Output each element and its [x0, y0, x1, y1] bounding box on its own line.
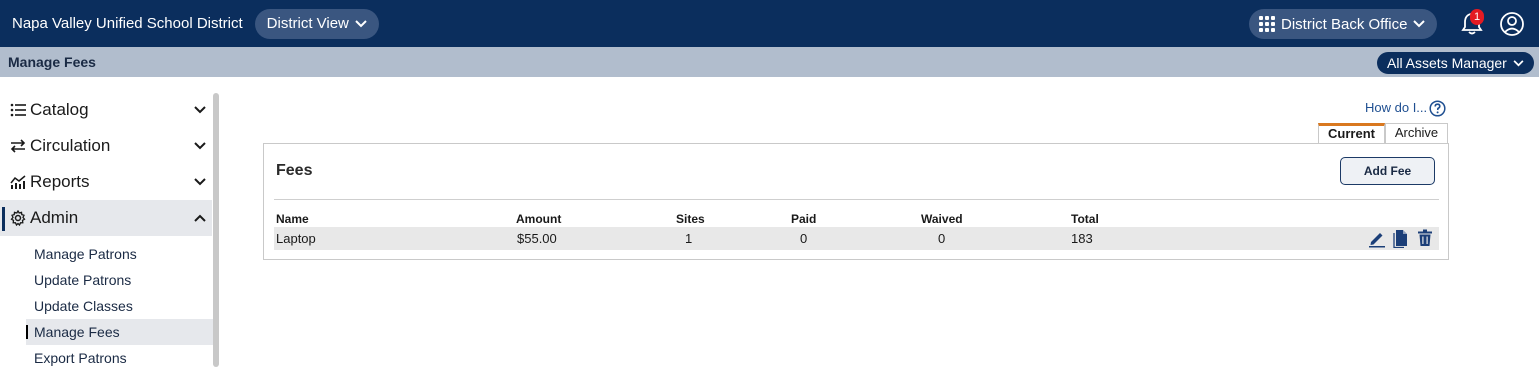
- role-dropdown[interactable]: All Assets Manager: [1377, 52, 1534, 74]
- sidebar-item-reports[interactable]: Reports: [0, 164, 212, 200]
- sidebar-item-catalog[interactable]: Catalog: [0, 92, 212, 128]
- tab-archive[interactable]: Archive: [1385, 123, 1448, 143]
- sidebar-subitem-label: Update Classes: [34, 298, 133, 314]
- cell-total: 183: [1071, 231, 1093, 246]
- sidebar-subitem-export-patrons[interactable]: Export Patrons: [26, 345, 213, 371]
- trash-icon[interactable]: [1415, 228, 1435, 248]
- table-row[interactable]: Laptop $55.00 1 0 0 183: [274, 227, 1439, 250]
- chevron-down-icon: [355, 19, 367, 27]
- district-name: Napa Valley Unified School District: [12, 15, 243, 32]
- list-icon: [9, 101, 27, 119]
- tab-current[interactable]: Current: [1318, 123, 1385, 143]
- sidebar-item-label: Reports: [30, 172, 90, 191]
- help-icon[interactable]: [1429, 100, 1446, 117]
- sidebar-item-label: Circulation: [30, 136, 111, 155]
- sidebar-subitem-label: Manage Fees: [34, 324, 120, 340]
- active-subitem-indicator: [26, 325, 28, 339]
- district-view-label: District View: [266, 15, 349, 32]
- app-switcher-button[interactable]: District Back Office: [1249, 9, 1438, 39]
- notification-badge: 1: [1470, 9, 1484, 25]
- column-header-sites: Sites: [676, 212, 705, 226]
- tab-label: Current: [1328, 126, 1375, 141]
- chevron-down-icon: [194, 142, 206, 150]
- copy-icon[interactable]: [1391, 228, 1411, 248]
- sidebar-item-admin[interactable]: Admin: [0, 200, 212, 236]
- chevron-down-icon: [1413, 20, 1426, 28]
- chevron-up-icon: [194, 214, 206, 222]
- column-header-waived: Waived: [921, 212, 963, 226]
- sidebar-subitem-manage-fees[interactable]: Manage Fees: [26, 319, 213, 345]
- cell-amount: $55.00: [517, 231, 557, 246]
- column-header-name: Name: [276, 212, 309, 226]
- add-fee-label: Add Fee: [1363, 164, 1412, 178]
- cell-waived: 0: [938, 231, 946, 246]
- chevron-down-icon: [1513, 59, 1524, 66]
- help-link[interactable]: How do I...: [1365, 100, 1427, 115]
- fees-panel: Fees Add Fee Name Amount Sites Paid Waiv…: [263, 143, 1449, 260]
- sidebar-subitem-label: Export Patrons: [34, 350, 127, 366]
- edit-icon[interactable]: [1367, 228, 1387, 248]
- chevron-down-icon: [194, 106, 206, 114]
- active-section-indicator: [2, 207, 5, 231]
- chevron-down-icon: [194, 178, 206, 186]
- swap-arrows-icon: [9, 137, 27, 155]
- app-grid-icon: [1259, 16, 1275, 32]
- sidebar-item-label: Admin: [30, 208, 79, 227]
- sidebar-subitem-label: Manage Patrons: [34, 246, 137, 262]
- cell-paid: 0: [800, 231, 808, 246]
- add-fee-button[interactable]: Add Fee: [1340, 157, 1435, 185]
- column-header-paid: Paid: [791, 212, 817, 226]
- app-switcher-label: District Back Office: [1281, 15, 1408, 33]
- sidebar-item-label: Catalog: [30, 100, 89, 119]
- divider: [274, 199, 1439, 200]
- district-view-dropdown[interactable]: District View: [254, 8, 379, 39]
- gear-icon: [9, 209, 27, 227]
- sidebar-item-circulation[interactable]: Circulation: [0, 128, 212, 164]
- sidebar-subitem-manage-patrons[interactable]: Manage Patrons: [26, 241, 213, 267]
- page-title: Manage Fees: [8, 54, 96, 70]
- sidebar-scrollbar[interactable]: [213, 93, 219, 367]
- tab-label: Archive: [1394, 125, 1439, 140]
- column-header-total: Total: [1071, 212, 1099, 226]
- column-header-amount: Amount: [516, 212, 562, 226]
- role-label: All Assets Manager: [1387, 55, 1507, 71]
- sidebar-subitem-label: Update Patrons: [34, 272, 132, 288]
- chart-icon: [9, 173, 27, 191]
- cell-name: Laptop: [276, 231, 316, 246]
- panel-title: Fees: [276, 162, 313, 179]
- cell-sites: 1: [685, 231, 693, 246]
- user-profile-icon[interactable]: [1498, 10, 1526, 38]
- sidebar-subitem-update-classes[interactable]: Update Classes: [26, 293, 213, 319]
- sidebar-subitem-update-patrons[interactable]: Update Patrons: [26, 267, 213, 293]
- sub-header-bar: Manage Fees: [0, 47, 1539, 77]
